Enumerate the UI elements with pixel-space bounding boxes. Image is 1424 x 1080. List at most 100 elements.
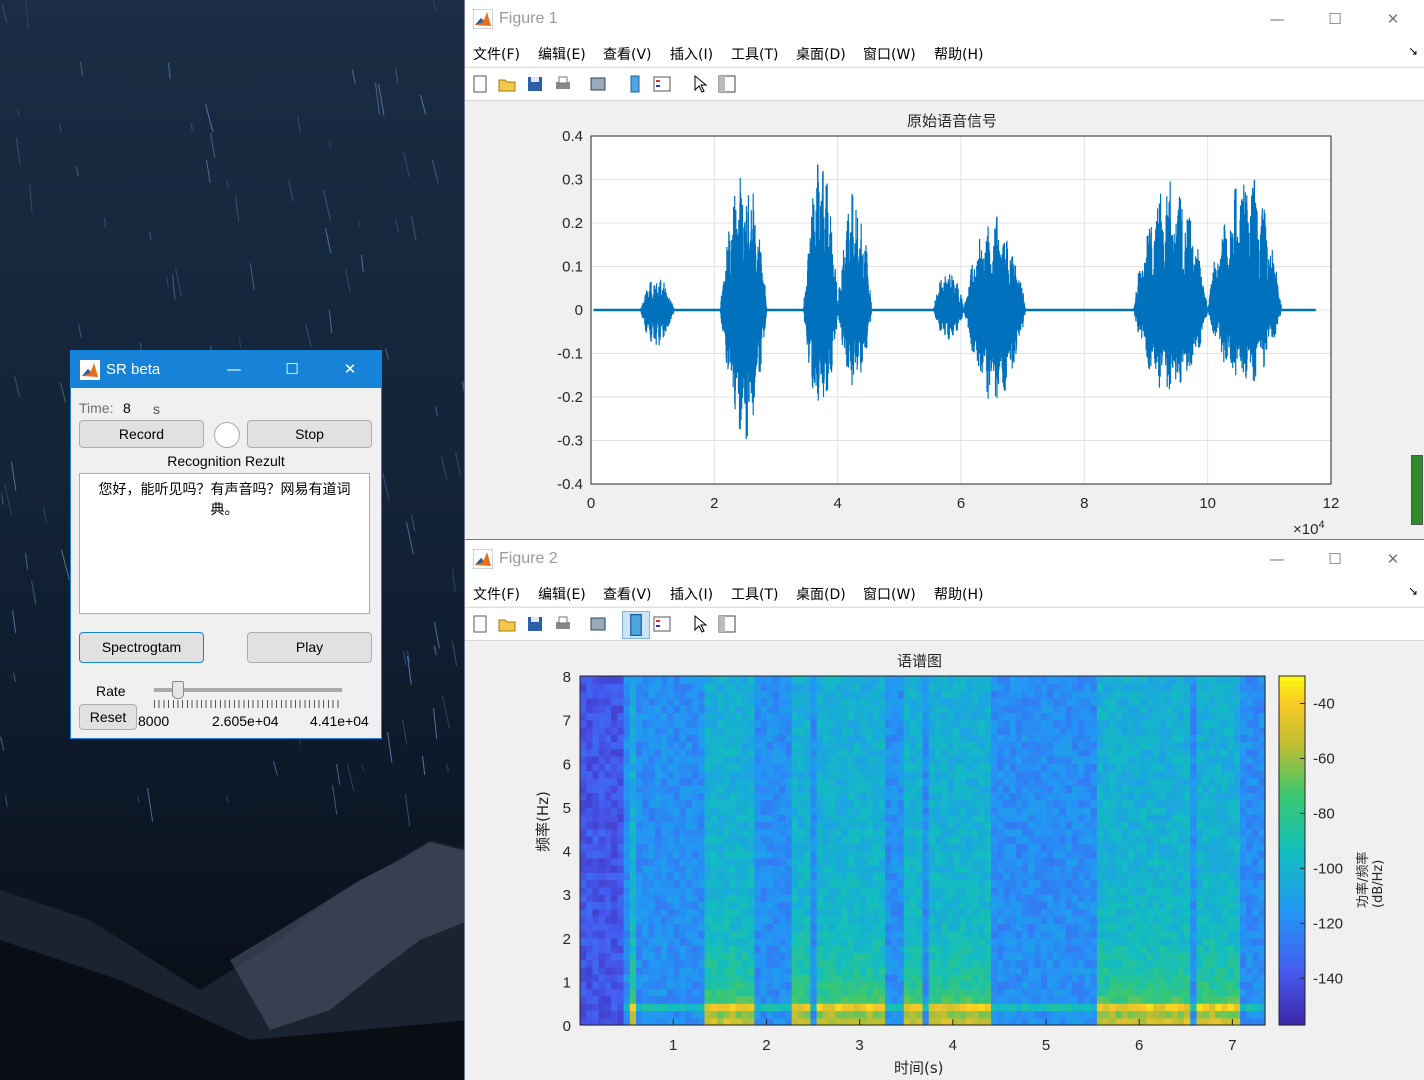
spectrogram-cell — [822, 712, 830, 721]
spectrogram-cell — [1009, 828, 1017, 837]
spectrogram-cell — [1028, 792, 1036, 801]
spectrogram-cell — [1078, 712, 1085, 721]
spectrogram-cell — [779, 828, 787, 837]
spectrogram-cell — [1015, 734, 1023, 743]
spectrogram-cell — [1028, 821, 1036, 830]
spectrogram-cell — [760, 799, 768, 808]
spectrogram-cell — [1053, 1003, 1061, 1012]
spectrogram-cell — [1034, 785, 1042, 793]
spectrogram-cell — [1003, 676, 1011, 684]
spectrogram-cell — [766, 777, 774, 786]
spectrogram-cell — [773, 792, 780, 801]
spectrogram-cell — [829, 792, 836, 801]
spectrogram-cell — [1103, 806, 1110, 815]
spectrogram-cell — [1065, 937, 1073, 946]
spectrogram-cell — [729, 806, 737, 815]
spectrogram-cell — [766, 1017, 774, 1026]
spectrogram-cell — [910, 966, 917, 975]
spectrogram-cell — [1096, 850, 1104, 859]
spectrogram-cell — [717, 814, 724, 822]
spectrogram-cell — [1090, 683, 1098, 692]
spectrogram-cell — [648, 734, 656, 743]
spectrogram-cell — [810, 1010, 818, 1019]
spectrogram-cell — [748, 734, 755, 743]
spectrogram-cell — [1059, 974, 1067, 982]
spectrogram-cell — [991, 857, 998, 866]
spectrogram-cell — [592, 959, 600, 968]
spectrogram-cell — [1072, 741, 1079, 750]
spectrogram-cell — [1159, 1017, 1166, 1026]
spectrogram-cell — [667, 995, 674, 1004]
spectrogram-cell — [798, 734, 805, 743]
spectrogram-cell — [673, 748, 681, 757]
spectrogram-cell — [903, 901, 911, 910]
spectrogram-cell — [1115, 734, 1123, 743]
spectrogram-cell — [791, 792, 799, 801]
spectrogram-cell — [586, 857, 593, 866]
spectrogram-cell — [598, 908, 606, 917]
spectrogram-cell — [1103, 734, 1110, 743]
spectrogram-cell — [1015, 676, 1023, 684]
spectrogram-cell — [717, 981, 724, 990]
spectrogram-cell — [698, 734, 706, 743]
spectrogram-cell — [835, 828, 843, 837]
spectrogram-cell — [822, 945, 830, 953]
spectrogram-cell — [766, 872, 774, 881]
spectrogram-cell — [1034, 901, 1042, 910]
spectrogram-cell — [1134, 886, 1141, 895]
spectrogram-cell — [866, 930, 874, 939]
spectrogram-cell — [692, 741, 699, 750]
spectrogram-cell — [935, 981, 942, 990]
spectrogram-cell — [991, 821, 998, 830]
spectrogram-cell — [860, 828, 867, 837]
spectrogram-cell — [1065, 770, 1073, 779]
spectrogram-cell — [661, 857, 668, 866]
spectrogram-cell — [922, 974, 930, 982]
spectrogram-cell — [698, 770, 706, 779]
spectrogram-cell — [997, 995, 1004, 1004]
spectrogram-cell — [978, 1003, 986, 1012]
spectrogram-cell — [1084, 712, 1092, 721]
spectrogram-cell — [1109, 719, 1117, 728]
spectrogram-cell — [704, 901, 712, 910]
spectrogram-cell — [816, 785, 824, 793]
spectrogram-cell — [748, 712, 755, 721]
spectrogram-cell — [586, 683, 593, 692]
spectrogram-cell — [648, 988, 656, 997]
spectrogram-cell — [673, 857, 681, 866]
spectrogram-cell — [835, 726, 843, 735]
spectrogram-cell — [991, 690, 998, 699]
spectrogram-cell — [1034, 726, 1042, 735]
spectrogram-cell — [735, 959, 743, 968]
spectrogram-cell — [1059, 879, 1067, 888]
spectrogram-cell — [729, 756, 737, 764]
spectrogram-cell — [617, 857, 625, 866]
spectrogram-cell — [717, 719, 724, 728]
spectrogram-cell — [885, 865, 892, 873]
spectrogram-cell — [991, 901, 998, 910]
spectrogram-cell — [629, 959, 637, 968]
spectrogram-cell — [922, 712, 930, 721]
spectrogram-cell — [847, 821, 855, 830]
spectrogram-cell — [779, 785, 787, 793]
y-tick-label: 0 — [575, 302, 583, 319]
spectrogram-cell — [673, 865, 681, 873]
spectrogram-cell — [997, 690, 1004, 699]
spectrogram-cell — [1115, 821, 1123, 830]
spectrogram-cell — [1003, 683, 1011, 692]
spectrogram-cell — [741, 763, 749, 772]
spectrogram-cell — [611, 901, 618, 910]
spectrogram-cell — [1096, 995, 1104, 1004]
spectrogram-cell — [735, 945, 743, 953]
spectrogram-cell — [754, 836, 762, 844]
spectrogram-cell — [648, 966, 656, 975]
spectrogram-cell — [953, 705, 961, 713]
spectrogram-cell — [978, 705, 986, 713]
spectrogram-cell — [835, 814, 843, 822]
spectrogram-cell — [897, 683, 905, 692]
spectrogram-cell — [872, 777, 880, 786]
spectrogram-cell — [698, 879, 706, 888]
spectrogram-cell — [1040, 915, 1048, 924]
spectrogram-cell — [1053, 879, 1061, 888]
spectrogram-cell — [1152, 676, 1160, 684]
